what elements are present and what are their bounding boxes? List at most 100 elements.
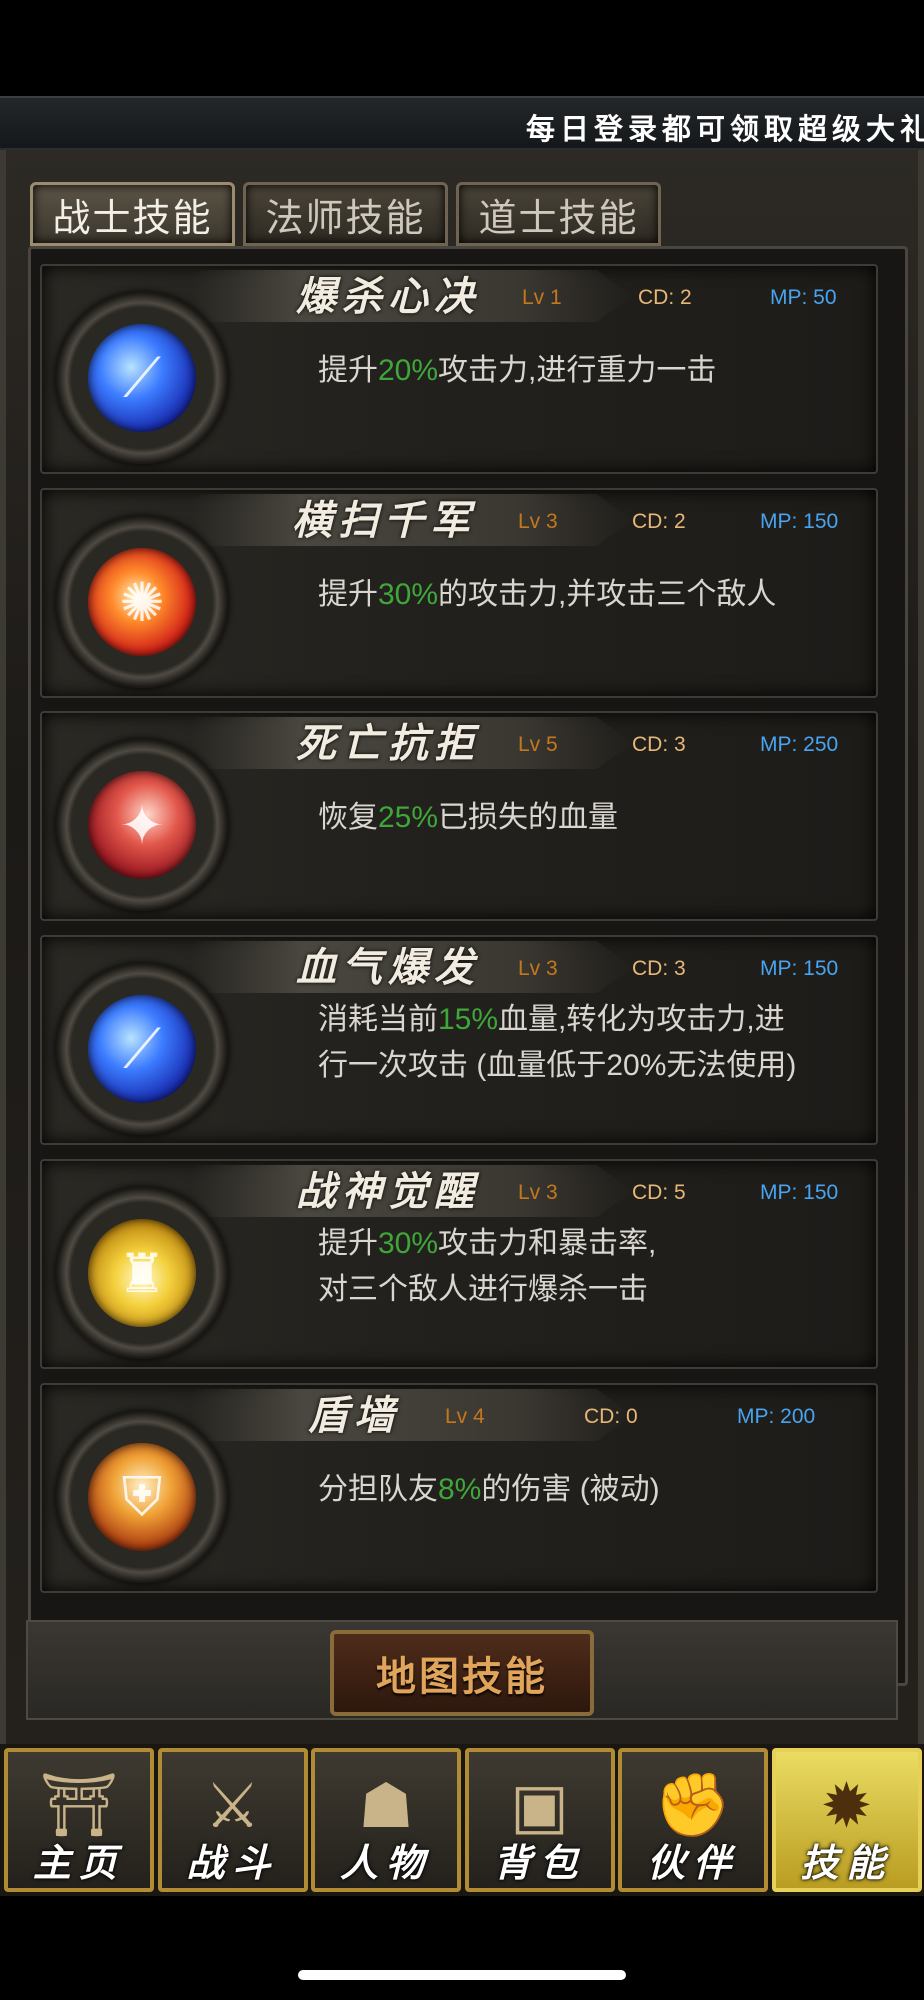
skill-cooldown: CD: 2	[638, 286, 692, 309]
fire-sweep-icon[interactable]: ✺	[88, 548, 196, 656]
description-text: 消耗当前	[318, 1003, 438, 1036]
skill-description-line: 提升30%攻击力和暴击率,	[318, 1221, 858, 1267]
description-highlight: 15%	[438, 1003, 499, 1036]
announcement-banner: 每日登录都可领取超级大礼包	[0, 96, 924, 150]
nav-item-1[interactable]: ⚔ 战斗	[157, 1748, 308, 1892]
description-text: 的攻击力,并攻击三个敌人	[438, 578, 777, 611]
skill-icon-frame: ⟋	[56, 292, 228, 464]
description-text: 提升	[318, 354, 378, 387]
tab-mage-skills[interactable]: 法师技能	[243, 182, 448, 246]
skill-name: 血气爆发	[296, 944, 480, 991]
skill-description-line: 提升30%的攻击力,并攻击三个敌人	[318, 572, 858, 618]
description-text: 分担队友	[318, 1473, 438, 1506]
description-highlight: 30%	[378, 1227, 439, 1260]
skill-mp-cost: MP: 150	[760, 957, 839, 980]
nav-item-2[interactable]: ☗ 人物	[311, 1748, 461, 1892]
backpack-icon: ▣	[510, 1771, 569, 1841]
skill-level: Lv 3	[518, 1181, 558, 1204]
skill-description: 提升30%攻击力和暴击率, 对三个敌人进行爆杀一击	[318, 1221, 858, 1313]
skill-cooldown: CD: 3	[632, 957, 686, 980]
skill-description: 分担队友8%的伤害 (被动)	[318, 1467, 858, 1513]
nav-label: 技能	[800, 1840, 893, 1885]
skill-description-line: 行一次攻击 (血量低于20%无法使用)	[318, 1043, 858, 1089]
blue-slash-icon[interactable]: ⟋	[88, 995, 196, 1103]
skill-name: 战神觉醒	[296, 1168, 480, 1215]
bottom-navigation: ⛩ 主页 ⚔ 战斗 ☗ 人物 ▣ 背包 ✊ 伙伴 ✹ 技能	[0, 1744, 924, 1896]
helmet-shield-icon[interactable]: ⛨	[88, 1443, 196, 1551]
skill-description-line: 恢复25%已损失的血量	[318, 795, 858, 841]
skill-icon-frame: ✺	[56, 516, 228, 688]
nav-label: 伙伴	[646, 1840, 739, 1885]
skill-description-line: 对三个敌人进行爆杀一击	[318, 1267, 858, 1313]
skill-description: 提升20%攻击力,进行重力一击	[318, 348, 858, 394]
tab-taoist-skills[interactable]: 道士技能	[456, 182, 661, 246]
nav-item-3[interactable]: ▣ 背包	[464, 1748, 615, 1892]
announcement-text: 每日登录都可领取超级大礼包	[526, 112, 924, 146]
description-text: 的伤害 (被动)	[481, 1473, 660, 1506]
description-text: 攻击力,进行重力一击	[438, 354, 717, 387]
skill-description-line: 提升20%攻击力,进行重力一击	[318, 348, 858, 394]
skill-mp-cost: MP: 150	[760, 1181, 839, 1204]
blue-slash-icon[interactable]: ⟋	[88, 324, 196, 432]
description-text: 已损失的血量	[438, 801, 619, 834]
skill-icon-frame: ♜	[56, 1187, 228, 1359]
description-highlight: 20%	[378, 354, 439, 387]
skill-card[interactable]: ✦ 死亡抗拒 Lv 5 CD: 3 MP: 250 恢复25%已损失的血量	[40, 711, 878, 921]
skill-level: Lv 3	[518, 957, 558, 980]
skill-description: 提升30%的攻击力,并攻击三个敌人	[318, 572, 858, 618]
skill-mp-cost: MP: 150	[760, 510, 839, 533]
nav-item-5[interactable]: ✹ 技能	[771, 1748, 922, 1892]
skill-icon-glyph: ✺	[119, 572, 165, 633]
skill-name: 横扫千军	[292, 497, 476, 544]
skill-icon-glyph: ♜	[117, 1243, 167, 1304]
skill-card[interactable]: ⟋ 爆杀心决 Lv 1 CD: 2 MP: 50 提升20%攻击力,进行重力一击	[40, 264, 878, 474]
skill-cooldown: CD: 3	[632, 733, 686, 756]
nav-item-4[interactable]: ✊ 伙伴	[618, 1748, 768, 1892]
skill-icon-frame: ⛨	[56, 1411, 228, 1583]
description-highlight: 8%	[438, 1473, 482, 1506]
description-text: 提升	[318, 1227, 378, 1260]
skill-description: 消耗当前15%血量,转化为攻击力,进行一次攻击 (血量低于20%无法使用)	[318, 997, 858, 1089]
skill-mp-cost: MP: 50	[770, 286, 837, 309]
description-text: 攻击力和暴击率,	[438, 1227, 657, 1260]
description-text: 行一次攻击 (血量低于20%无法使用)	[318, 1049, 797, 1082]
skill-icon-frame: ✦	[56, 739, 228, 911]
skill-icon-glyph: ⟋	[123, 347, 161, 408]
description-highlight: 25%	[378, 801, 439, 834]
skill-cooldown: CD: 2	[632, 510, 686, 533]
nav-label: 人物	[339, 1840, 432, 1885]
skill-card[interactable]: ⛨ 盾墙 Lv 4 CD: 0 MP: 200 分担队友8%的伤害 (被动)	[40, 1383, 878, 1593]
skill-level: Lv 5	[518, 733, 558, 756]
skill-mp-cost: MP: 200	[737, 1405, 816, 1428]
nav-label: 战斗	[186, 1840, 279, 1885]
skill-cooldown: CD: 0	[584, 1405, 638, 1428]
skill-mp-cost: MP: 250	[760, 733, 839, 756]
skill-description: 恢复25%已损失的血量	[318, 795, 858, 841]
skill-description-line: 分担队友8%的伤害 (被动)	[318, 1467, 858, 1513]
skill-icon-glyph: ✦	[119, 795, 165, 856]
skill-level: Lv 1	[522, 286, 562, 309]
skill-card[interactable]: ⟋ 血气爆发 Lv 3 CD: 3 MP: 150 消耗当前15%血量,转化为攻击力,进行…	[40, 935, 878, 1145]
skill-name: 死亡抗拒	[296, 720, 480, 767]
warrior-helmet-icon: ☗	[358, 1771, 414, 1841]
skill-card[interactable]: ✺ 横扫千军 Lv 3 CD: 2 MP: 150 提升30%的攻击力,并攻击三个敌人	[40, 488, 878, 698]
skill-cooldown: CD: 5	[632, 1181, 686, 1204]
map-skills-button[interactable]: 地图技能	[330, 1630, 594, 1716]
skill-level: Lv 3	[518, 510, 558, 533]
tab-warrior-skills[interactable]: 战士技能	[30, 182, 235, 246]
crossed-swords-icon: ⚔	[204, 1771, 261, 1841]
blood-shield-icon[interactable]: ✦	[88, 771, 196, 879]
description-text: 提升	[318, 578, 378, 611]
nav-label: 主页	[32, 1840, 125, 1885]
home-indicator[interactable]	[298, 1970, 626, 1980]
handshake-icon: ✊	[654, 1770, 732, 1840]
skill-title-band	[192, 1389, 632, 1441]
nav-item-0[interactable]: ⛩ 主页	[4, 1748, 154, 1892]
description-text: 恢复	[318, 801, 378, 834]
skill-card[interactable]: ♜ 战神觉醒 Lv 3 CD: 5 MP: 150 提升30%攻击力和暴击率, 对三个敌人进…	[40, 1159, 878, 1369]
skill-name: 盾墙	[308, 1392, 400, 1439]
skill-book-icon: ✹	[820, 1771, 873, 1841]
golden-warrior-icon[interactable]: ♜	[88, 1219, 196, 1327]
description-text: 血量,转化为攻击力,进	[498, 1003, 785, 1036]
skill-description-line: 消耗当前15%血量,转化为攻击力,进	[318, 997, 858, 1043]
